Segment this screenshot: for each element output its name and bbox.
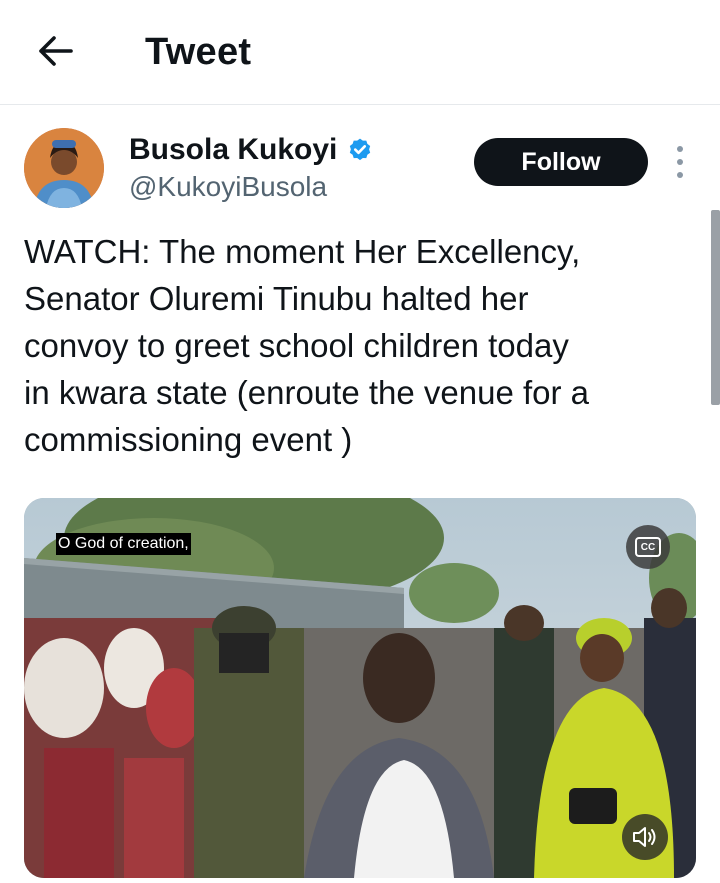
page-title: Tweet: [145, 31, 252, 73]
speaker-muted-icon: [633, 827, 656, 847]
closed-captions-button[interactable]: CC: [626, 525, 670, 569]
video-caption: O God of creation,: [56, 533, 191, 555]
user-handle[interactable]: @KukoyiBusola: [129, 170, 327, 204]
video-player[interactable]: O God of creation, CC: [24, 498, 696, 878]
video-frame: [24, 498, 696, 878]
back-button[interactable]: [30, 30, 80, 72]
tweet-author-row: Busola Kukoyi @KukoyiBusola Follow: [24, 128, 704, 212]
follow-button[interactable]: Follow: [474, 138, 648, 186]
arrow-left-icon: [39, 36, 73, 66]
display-name[interactable]: Busola Kukoyi: [129, 132, 337, 168]
cc-icon: CC: [635, 537, 661, 557]
tweet-text: WATCH: The moment Her Excellency, Senato…: [24, 233, 589, 458]
name-row: Busola Kukoyi: [129, 132, 373, 168]
more-options-icon[interactable]: [669, 146, 691, 178]
scrollbar[interactable]: [711, 210, 720, 405]
avatar[interactable]: [24, 128, 104, 208]
top-app-bar: Tweet: [0, 0, 720, 105]
verified-badge-icon: [350, 138, 371, 161]
mute-toggle-button[interactable]: [622, 814, 668, 860]
